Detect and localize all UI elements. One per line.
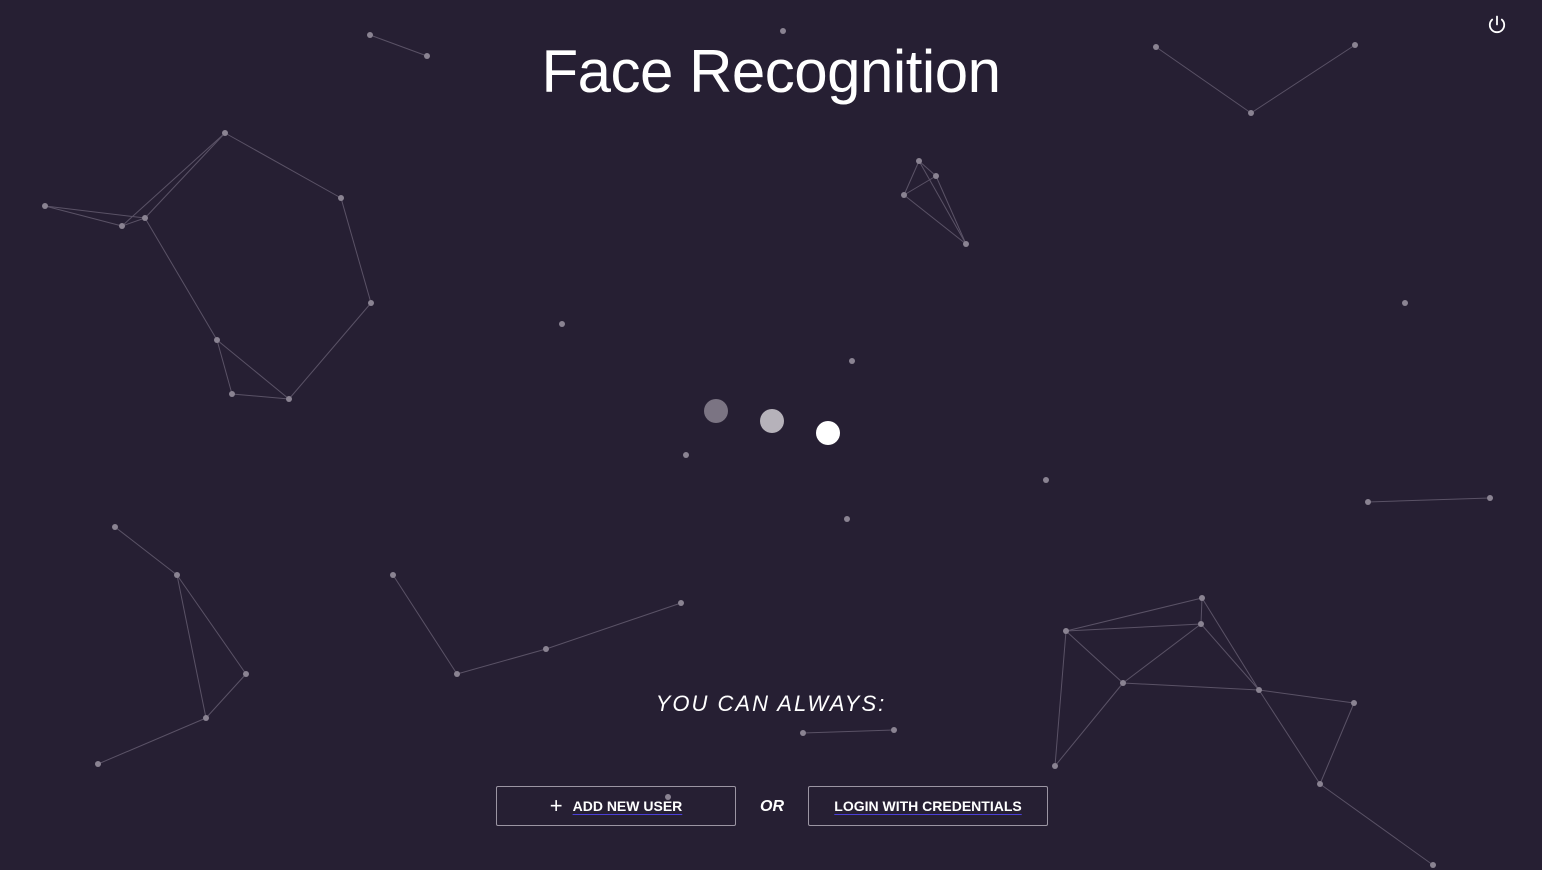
network-node [891, 727, 897, 733]
network-node [222, 130, 228, 136]
network-node [42, 203, 48, 209]
network-node [142, 215, 148, 221]
login-with-credentials-button[interactable]: LOGIN WITH CREDENTIALS [808, 786, 1048, 826]
network-edge [1065, 597, 1203, 632]
network-edge [935, 175, 967, 245]
network-edge [231, 393, 290, 400]
network-edge [1319, 783, 1434, 866]
network-edge [1122, 623, 1202, 684]
network-edge [802, 729, 895, 734]
network-edge [918, 160, 967, 245]
network-node [780, 28, 786, 34]
network-node [1063, 628, 1069, 634]
network-edge [545, 602, 682, 650]
network-node [1402, 300, 1408, 306]
network-node [1199, 595, 1205, 601]
network-edge [903, 175, 937, 196]
plus-icon: + [549, 793, 563, 818]
network-edge [1065, 623, 1202, 632]
network-edge [44, 205, 123, 227]
network-edge [114, 526, 178, 576]
network-node [95, 761, 101, 767]
network-edge [121, 217, 146, 227]
network-edge [903, 194, 967, 245]
network-node [844, 516, 850, 522]
network-edge [340, 197, 372, 304]
network-node [683, 452, 689, 458]
network-node [214, 337, 220, 343]
network-node [1365, 499, 1371, 505]
network-node [1043, 477, 1049, 483]
network-node [229, 391, 235, 397]
login-with-credentials-label: LOGIN WITH CREDENTIALS [834, 798, 1022, 814]
network-node [800, 730, 806, 736]
network-node [933, 173, 939, 179]
network-node [390, 572, 396, 578]
page-title: Face Recognition [541, 38, 1001, 105]
network-node [243, 671, 249, 677]
network-node [1120, 680, 1126, 686]
actions-tagline: YOU CAN ALWAYS: [655, 691, 887, 716]
network-edge [1201, 597, 1260, 691]
power-icon [1488, 15, 1506, 34]
network-edge [288, 302, 372, 400]
network-node [454, 671, 460, 677]
network-node [1198, 621, 1204, 627]
network-node [678, 600, 684, 606]
network-edge [144, 132, 226, 219]
network-edge [97, 717, 207, 765]
add-new-user-label: ADD NEW USER [572, 798, 683, 814]
network-edge [392, 574, 458, 675]
network-edge [1200, 623, 1260, 691]
network-node [286, 396, 292, 402]
network-edge [216, 339, 233, 395]
network-node [338, 195, 344, 201]
network-edge [918, 160, 937, 177]
network-node [963, 241, 969, 247]
network-node [559, 321, 565, 327]
network-edge [121, 132, 226, 227]
network-node [849, 358, 855, 364]
network-node [112, 524, 118, 530]
network-edge [903, 160, 920, 196]
network-node [1487, 495, 1493, 501]
network-node [1248, 110, 1254, 116]
network-edge [44, 205, 146, 219]
network-edge [1122, 682, 1260, 691]
network-node [1430, 862, 1436, 868]
network-edge [216, 339, 290, 400]
network-edge [1200, 597, 1203, 625]
or-separator: OR [760, 798, 784, 815]
network-node [1052, 763, 1058, 769]
network-edge [144, 217, 218, 341]
add-new-user-button[interactable]: + ADD NEW USER [496, 786, 736, 826]
network-node [916, 158, 922, 164]
network-edge [456, 648, 547, 675]
power-button[interactable] [1484, 12, 1510, 38]
network-node [901, 192, 907, 198]
network-node [368, 300, 374, 306]
network-edge [224, 132, 342, 199]
app-screen: Face Recognition YOU CAN ALWAYS: + ADD N… [0, 0, 1542, 870]
network-node [1317, 781, 1323, 787]
particle-network-background [42, 28, 1493, 868]
network-edge [1065, 630, 1124, 684]
network-node [543, 646, 549, 652]
network-node [174, 572, 180, 578]
network-edge [1367, 497, 1491, 503]
network-node [119, 223, 125, 229]
